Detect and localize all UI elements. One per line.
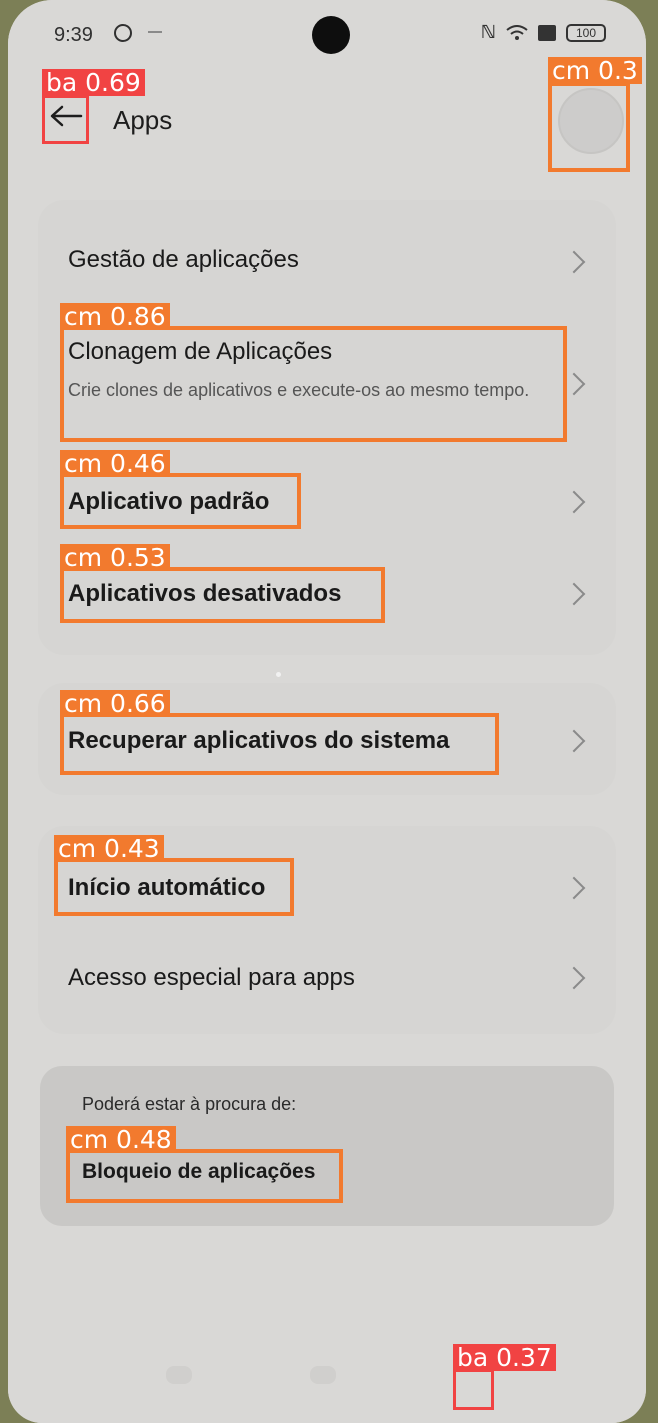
chevron-right-icon <box>562 582 586 606</box>
detection-label-disabled-apps: cm 0.53 <box>60 544 170 571</box>
front-camera <box>312 16 350 54</box>
battery-level: 100 <box>575 25 597 40</box>
detection-label-clone: cm 0.86 <box>60 303 170 330</box>
detection-label-nav: ba 0.37 <box>453 1344 556 1371</box>
nav-recent-button[interactable] <box>166 1366 192 1384</box>
chevron-right-icon <box>562 250 586 274</box>
detection-label-app-lock: cm 0.48 <box>66 1126 176 1153</box>
detection-box-app-lock <box>66 1149 343 1203</box>
detection-box-autostart <box>54 858 294 916</box>
detection-label-recover: cm 0.66 <box>60 690 170 717</box>
scroll-indicator <box>276 672 281 677</box>
detection-box-disabled-apps <box>60 567 385 623</box>
page-title: Apps <box>113 105 173 135</box>
chevron-right-icon <box>562 966 586 990</box>
detection-box-back <box>42 95 89 144</box>
status-time: 9:39 <box>54 24 93 46</box>
detection-box-nav <box>453 1369 494 1410</box>
battery-icon: 100 <box>566 23 606 42</box>
detection-box-default-app <box>60 473 301 529</box>
chevron-right-icon <box>562 729 586 753</box>
detection-label-back: ba 0.69 <box>42 69 145 96</box>
chevron-right-icon <box>562 490 586 514</box>
detection-box-recover <box>60 713 499 775</box>
wifi-icon <box>506 24 528 41</box>
row-label: Acesso especial para apps <box>68 964 355 991</box>
detection-label-autostart: cm 0.43 <box>54 835 164 862</box>
row-label: Gestão de aplicações <box>68 246 299 273</box>
detection-box-avatar <box>548 82 630 172</box>
notification-icon <box>114 24 132 42</box>
detection-box-clone <box>60 326 567 442</box>
detection-label-avatar: cm 0.3 <box>548 57 642 84</box>
nav-home-button[interactable] <box>310 1366 336 1384</box>
row-app-management[interactable]: Gestão de aplicações <box>38 230 616 294</box>
nfc-icon: ℕ <box>480 22 496 42</box>
suggestions-heading: Poderá estar à procura de: <box>82 1094 297 1114</box>
status-icons: ℕ 100 <box>481 22 606 43</box>
detection-label-default-app: cm 0.46 <box>60 450 170 477</box>
status-dash-icon <box>148 31 162 33</box>
row-special-app-access[interactable]: Acesso especial para apps <box>38 946 616 1006</box>
chevron-right-icon <box>562 876 586 900</box>
sim-icon <box>538 24 556 41</box>
